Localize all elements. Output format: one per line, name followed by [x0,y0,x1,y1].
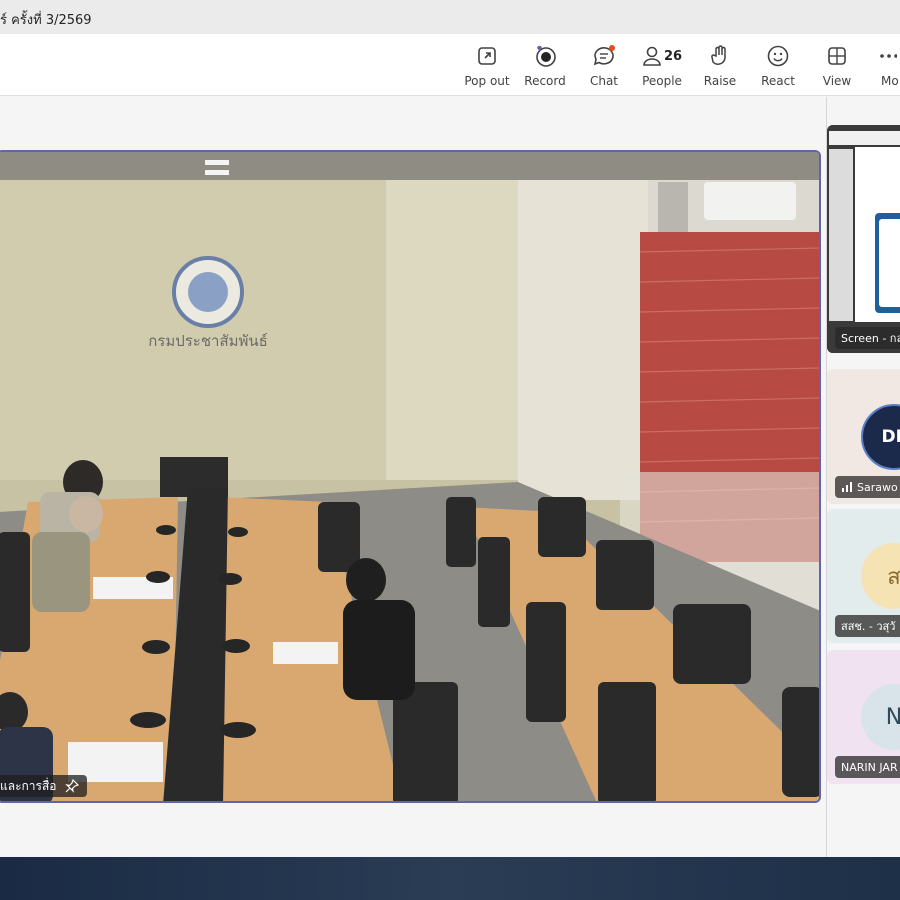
record-button[interactable]: Record [517,44,573,90]
participant-name-ssch: สสช. - วสุวั [835,615,900,637]
screen-share-tile[interactable]: Screen - กล [827,125,900,353]
people-label: People [642,74,682,88]
hand-icon [709,44,731,68]
people-count: 26 [663,48,683,64]
popout-label: Pop out [464,74,510,88]
grid-view-icon [826,44,848,68]
main-participant-label: และการสื่อ [0,775,87,797]
popout-icon [476,44,498,68]
smiley-icon [766,44,790,68]
view-button[interactable]: View [809,44,865,90]
participant-tile-sarawo[interactable]: DL Sarawo [827,369,900,504]
participant-name-narin: NARIN JAR [835,756,900,778]
more-label: Mo [881,74,899,88]
record-label: Record [524,74,566,88]
raise-label: Raise [703,74,737,88]
participant-name-sarawo: Sarawo [857,480,898,494]
pin-icon [64,779,79,793]
participant-label-sarawo: Sarawo [835,476,900,498]
participant-avatar-narin: N [861,684,900,750]
participant-avatar-ssch: ส [861,543,900,609]
react-label: React [761,74,795,88]
more-button[interactable]: Mo [867,44,900,90]
dl-logo-avatar: DL [861,404,900,470]
people-icon [643,46,661,66]
chat-icon [591,44,617,68]
title-bar: ร์ ครั้งที่ 3/2569 [0,0,900,34]
view-label: View [822,74,852,88]
participant-panel: Screen - กล DL Sarawo ส สสช. - วสุวั N N… [826,97,900,857]
conference-room-image: กรมประชาสัมพันธ์ [0,152,819,801]
raise-hand-button[interactable]: Raise [692,44,748,90]
people-button[interactable]: 26 People [634,44,690,90]
main-participant-name: และการสื่อ [0,778,57,793]
meeting-toolbar: Pop out Record Chat 26 People Raise Reac… [0,34,900,96]
react-button[interactable]: React [750,44,806,90]
shared-screen-thumbnail [827,125,900,353]
chat-label: Chat [589,74,619,88]
screen-share-label: Screen - กล [835,327,900,349]
desktop-taskbar [0,857,900,900]
participant-tile-narin[interactable]: N NARIN JAR [827,650,900,784]
more-dots-icon [867,44,897,68]
signal-bars-icon [842,482,852,492]
record-icon [532,44,558,68]
people-icon-group: 26 [642,44,682,68]
meeting-title: ร์ ครั้งที่ 3/2569 [0,13,92,28]
main-video-feed[interactable]: กรมประชาสัมพันธ์ และการสื่อ [0,150,821,803]
chat-button[interactable]: Chat [576,44,632,90]
wall-sign-text: กรมประชาสัมพันธ์ [148,332,268,350]
popout-button[interactable]: Pop out [459,44,515,90]
participant-tile-ssch[interactable]: ส สสช. - วสุวั [827,509,900,643]
